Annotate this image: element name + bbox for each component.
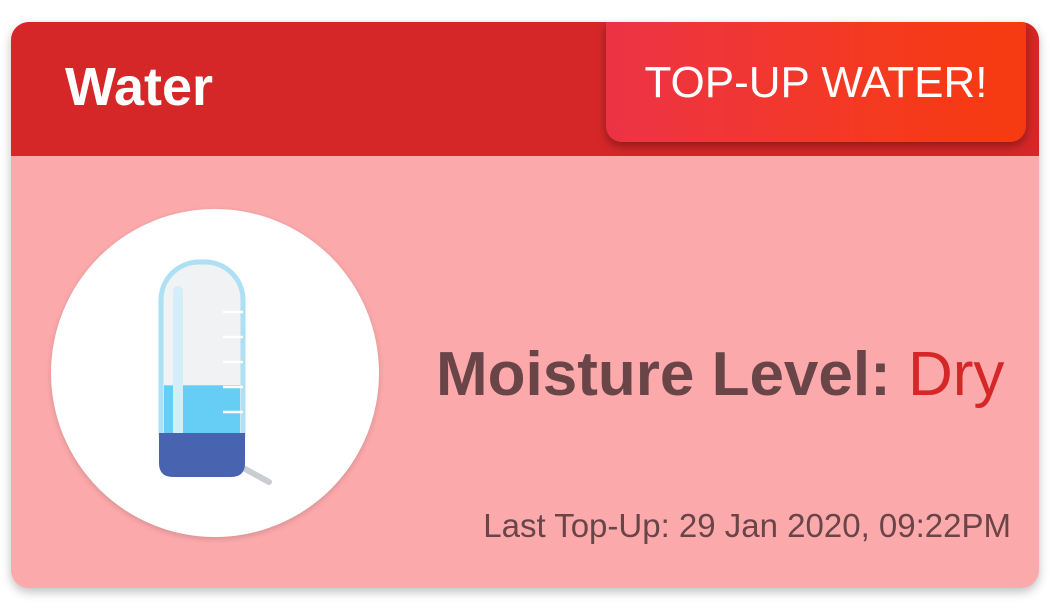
icon-circle <box>51 209 379 537</box>
bottle-highlight <box>173 286 183 454</box>
moisture-level-text: Moisture Level: Dry <box>436 344 1004 406</box>
last-topup-timestamp: Last Top-Up: 29 Jan 2020, 09:22PM <box>483 507 1011 544</box>
bottle-cap <box>159 433 245 477</box>
water-card: Water TOP-UP WATER! Moisture Level: Dry … <box>11 22 1039 588</box>
card-title: Water <box>65 57 214 117</box>
moisture-label: Moisture Level: <box>436 340 891 409</box>
top-up-water-button[interactable]: TOP-UP WATER! <box>606 22 1026 142</box>
moisture-value: Dry <box>908 340 1005 409</box>
water-bottle-icon <box>158 259 272 485</box>
